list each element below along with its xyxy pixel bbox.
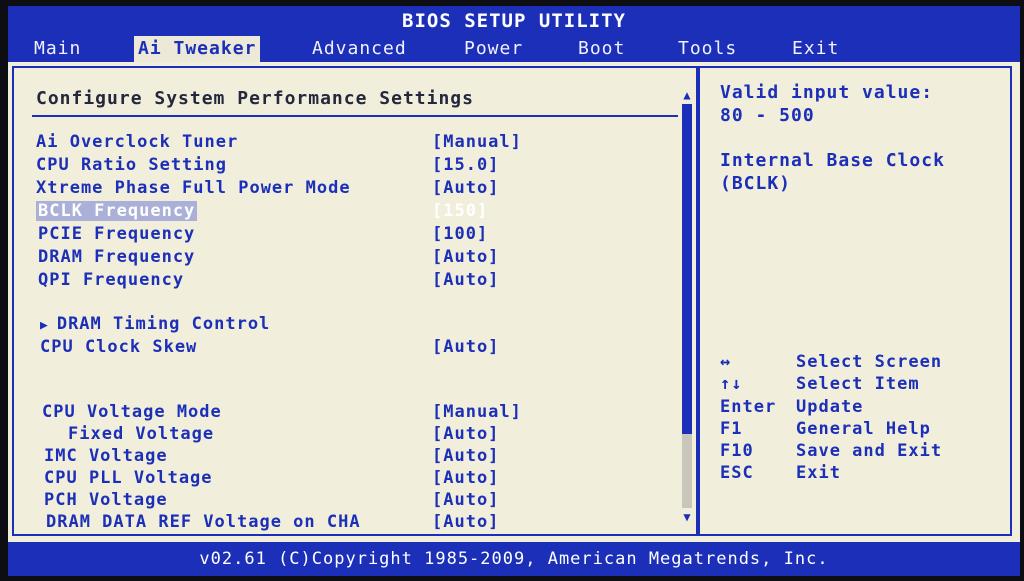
- setting-label: DRAM Frequency: [38, 247, 196, 267]
- bios-screen: BIOS SETUP UTILITY Main Ai Tweaker Advan…: [8, 6, 1020, 576]
- setting-qpi-frequency[interactable]: QPI Frequency [Auto]: [14, 270, 674, 292]
- section-title: Configure System Performance Settings: [36, 88, 474, 109]
- key-hint-exit: ESC Exit: [720, 463, 1010, 485]
- setting-pcie-frequency[interactable]: PCIE Frequency [100]: [14, 224, 674, 246]
- title-bar: BIOS SETUP UTILITY Main Ai Tweaker Advan…: [8, 6, 1020, 62]
- key-hint-save-exit: F10 Save and Exit: [720, 441, 1010, 463]
- setting-cpu-voltage-mode[interactable]: CPU Voltage Mode [Manual]: [14, 402, 674, 424]
- menu-tools[interactable]: Tools: [674, 36, 741, 62]
- key-description: Select Item: [796, 374, 920, 394]
- key-name: F1: [720, 419, 743, 439]
- setting-label: Fixed Voltage: [68, 424, 215, 444]
- key-description: Select Screen: [796, 352, 943, 372]
- setting-label: QPI Frequency: [38, 270, 185, 290]
- setting-dram-frequency[interactable]: DRAM Frequency [Auto]: [14, 247, 674, 269]
- setting-label: CPU PLL Voltage: [44, 468, 213, 488]
- menu-boot[interactable]: Boot: [574, 36, 629, 62]
- setting-label: Ai Overclock Tuner: [36, 132, 239, 152]
- setting-label: Xtreme Phase Full Power Mode: [36, 178, 351, 198]
- setting-label: IMC Voltage: [44, 446, 168, 466]
- key-description: Save and Exit: [796, 441, 943, 461]
- menu-bar: Main Ai Tweaker Advanced Power Boot Tool…: [8, 36, 1020, 62]
- setting-label: DRAM DATA REF Voltage on CHA: [46, 512, 361, 532]
- setting-value: [Auto]: [432, 247, 500, 267]
- setting-fixed-voltage[interactable]: Fixed Voltage [Auto]: [14, 424, 674, 446]
- setting-value: [15.0]: [432, 155, 500, 175]
- footer-bar: v02.61 (C)Copyright 1985-2009, American …: [8, 542, 1020, 576]
- setting-cpu-clock-skew[interactable]: CPU Clock Skew [Auto]: [14, 337, 674, 359]
- menu-exit[interactable]: Exit: [788, 36, 843, 62]
- setting-imc-voltage[interactable]: IMC Voltage [Auto]: [14, 446, 674, 468]
- key-name: Enter: [720, 397, 777, 417]
- menu-advanced[interactable]: Advanced: [308, 36, 411, 62]
- key-hint-update: Enter Update: [720, 397, 1010, 419]
- setting-bclk-frequency[interactable]: BCLK Frequency [150]: [14, 201, 674, 223]
- help-description-abbrev: (BCLK): [720, 173, 792, 194]
- copyright-text: v02.61 (C)Copyright 1985-2009, American …: [199, 549, 829, 569]
- setting-label-text: DRAM Timing Control: [56, 314, 271, 334]
- key-name: F10: [720, 441, 754, 461]
- setting-label: BCLK Frequency: [36, 201, 198, 221]
- setting-pch-voltage[interactable]: PCH Voltage [Auto]: [14, 490, 674, 512]
- setting-value: [Manual]: [432, 402, 522, 422]
- setting-label: CPU Clock Skew: [40, 337, 198, 357]
- key-description: Update: [796, 397, 864, 417]
- setting-xtreme-phase[interactable]: Xtreme Phase Full Power Mode [Auto]: [14, 178, 674, 200]
- key-hint-select-item: ↑↓ Select Item: [720, 374, 1010, 396]
- valid-input-label: Valid input value:: [720, 82, 934, 103]
- setting-value: [Auto]: [432, 490, 500, 510]
- key-hint-select-screen: ↔ Select Screen: [720, 352, 1010, 374]
- settings-panel: Configure System Performance Settings Ai…: [12, 66, 698, 536]
- setting-dram-timing-control[interactable]: ▶ DRAM Timing Control: [14, 314, 674, 336]
- help-panel: Valid input value: 80 - 500 Internal Bas…: [698, 66, 1012, 536]
- key-description: General Help: [796, 419, 931, 439]
- setting-label: PCIE Frequency: [38, 224, 196, 244]
- setting-value: [Auto]: [432, 270, 500, 290]
- setting-ai-overclock-tuner[interactable]: Ai Overclock Tuner [Manual]: [14, 132, 674, 154]
- valid-input-range: 80 - 500: [720, 105, 815, 126]
- menu-power[interactable]: Power: [460, 36, 527, 62]
- setting-cpu-pll-voltage[interactable]: CPU PLL Voltage [Auto]: [14, 468, 674, 490]
- setting-value: [Auto]: [432, 446, 500, 466]
- menu-ai-tweaker[interactable]: Ai Tweaker: [134, 36, 261, 62]
- scroll-thumb[interactable]: [682, 104, 692, 434]
- section-divider: [32, 115, 678, 117]
- setting-label: CPU Voltage Mode: [42, 402, 222, 422]
- setting-value: [Auto]: [432, 512, 500, 532]
- scrollbar[interactable]: ▲ ▼: [680, 88, 694, 524]
- setting-dram-data-ref-voltage[interactable]: DRAM DATA REF Voltage on CHA [Auto]: [14, 512, 674, 534]
- setting-value: [100]: [432, 224, 489, 244]
- setting-value: [150]: [432, 201, 489, 221]
- setting-label: CPU Ratio Setting: [36, 155, 227, 175]
- setting-cpu-ratio[interactable]: CPU Ratio Setting [15.0]: [14, 155, 674, 177]
- key-hint-general-help: F1 General Help: [720, 419, 1010, 441]
- key-name: ESC: [720, 463, 754, 483]
- submenu-arrow-icon: ▶: [40, 318, 49, 333]
- setting-value: [Manual]: [432, 132, 522, 152]
- setting-value: [Auto]: [432, 337, 500, 357]
- menu-main[interactable]: Main: [30, 36, 85, 62]
- setting-value: [Auto]: [432, 178, 500, 198]
- scroll-track[interactable]: [682, 104, 692, 508]
- scroll-up-arrow-icon[interactable]: ▲: [680, 88, 694, 102]
- left-right-arrow-icon: ↔: [720, 352, 732, 372]
- setting-value: [Auto]: [432, 468, 500, 488]
- scroll-down-arrow-icon[interactable]: ▼: [680, 510, 694, 524]
- bios-title: BIOS SETUP UTILITY: [402, 10, 626, 32]
- setting-value: [Auto]: [432, 424, 500, 444]
- help-description: Internal Base Clock: [720, 150, 945, 171]
- key-description: Exit: [796, 463, 841, 483]
- setting-label: ▶ DRAM Timing Control: [40, 314, 270, 334]
- setting-label: PCH Voltage: [44, 490, 168, 510]
- up-down-arrow-icon: ↑↓: [720, 374, 743, 394]
